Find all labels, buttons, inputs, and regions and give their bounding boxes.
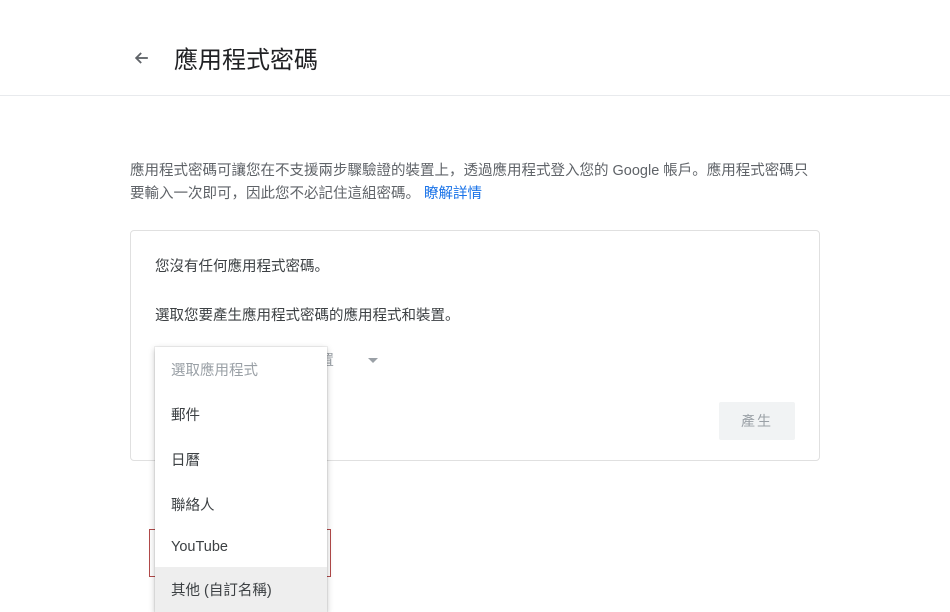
dropdown-item-youtube[interactable]: YouTube — [155, 527, 327, 567]
select-prompt-text: 選取您要產生應用程式密碼的應用程式和裝置。 — [155, 304, 795, 325]
chevron-down-icon — [368, 352, 378, 368]
generate-button[interactable]: 產生 — [719, 402, 795, 440]
learn-more-link[interactable]: 瞭解詳情 — [424, 186, 482, 202]
page-header: 應用程式密碼 — [130, 40, 820, 95]
back-arrow-icon[interactable] — [130, 46, 154, 70]
dropdown-header: 選取應用程式 — [155, 347, 327, 392]
dropdown-item-mail[interactable]: 郵件 — [155, 392, 327, 437]
page-title: 應用程式密碼 — [174, 40, 318, 75]
dropdown-item-other[interactable]: 其他 (自訂名稱) — [155, 567, 327, 612]
app-passwords-card: 您沒有任何應用程式密碼。 選取您要產生應用程式密碼的應用程式和裝置。 選取應用程… — [130, 230, 820, 461]
dropdown-item-contacts[interactable]: 聯絡人 — [155, 482, 327, 527]
no-passwords-text: 您沒有任何應用程式密碼。 — [155, 255, 795, 276]
dropdown-item-calendar[interactable]: 日曆 — [155, 437, 327, 482]
description-text: 應用程式密碼可讓您在不支援兩步驟驗證的裝置上，透過應用程式登入您的 Google… — [130, 136, 820, 230]
app-dropdown-menu: 選取應用程式 郵件 日曆 聯絡人 YouTube 其他 (自訂名稱) — [155, 347, 327, 612]
